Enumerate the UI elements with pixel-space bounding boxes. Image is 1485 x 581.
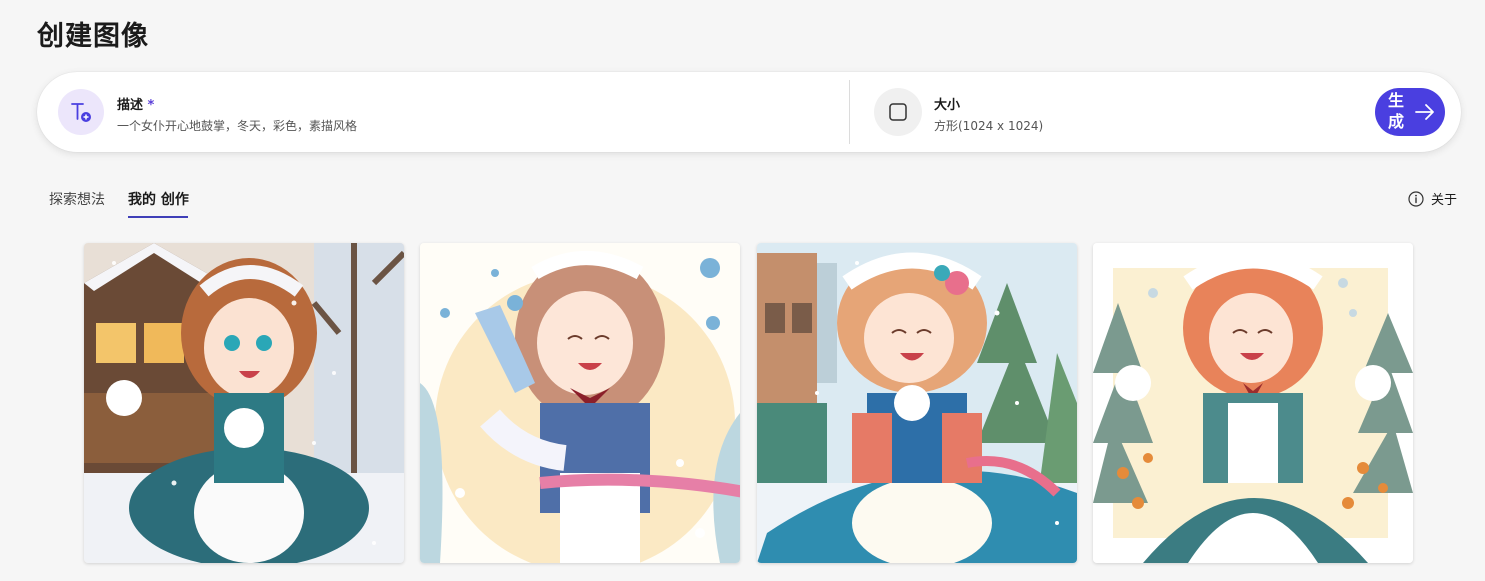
tab-explore-ideas[interactable]: 探索想法 [49,189,105,209]
required-mark: * [147,98,155,113]
generated-image-3[interactable] [757,243,1077,563]
active-tab-indicator [128,216,188,218]
size-select[interactable]: 方形(1024 x 1024) [934,117,1043,134]
generated-image-4[interactable] [1093,243,1413,563]
generated-image-1[interactable] [84,243,404,563]
arrow-right-icon [1414,103,1436,121]
tab-my-creations[interactable]: 我的 创作 [128,189,189,209]
generated-image-2[interactable] [420,243,740,563]
square-size-icon[interactable] [874,88,922,136]
size-label: 大小 [934,98,961,113]
about-label: 关于 [1431,193,1458,208]
info-icon [1408,190,1424,207]
generate-label: 生成 [1387,93,1404,131]
divider [849,80,850,144]
text-prompt-icon[interactable] [58,89,104,135]
page-title: 创建图像 [37,21,149,52]
prompt-bar: 描述 * 一个女仆开心地鼓掌，冬天，彩色，素描风格 大小 方形(1024 x 1… [37,72,1461,152]
description-label: 描述 * [117,98,155,113]
generate-button[interactable]: 生成 [1375,88,1445,136]
description-input[interactable]: 一个女仆开心地鼓掌，冬天，彩色，素描风格 [117,117,357,134]
about-link[interactable]: 关于 [1408,189,1457,208]
